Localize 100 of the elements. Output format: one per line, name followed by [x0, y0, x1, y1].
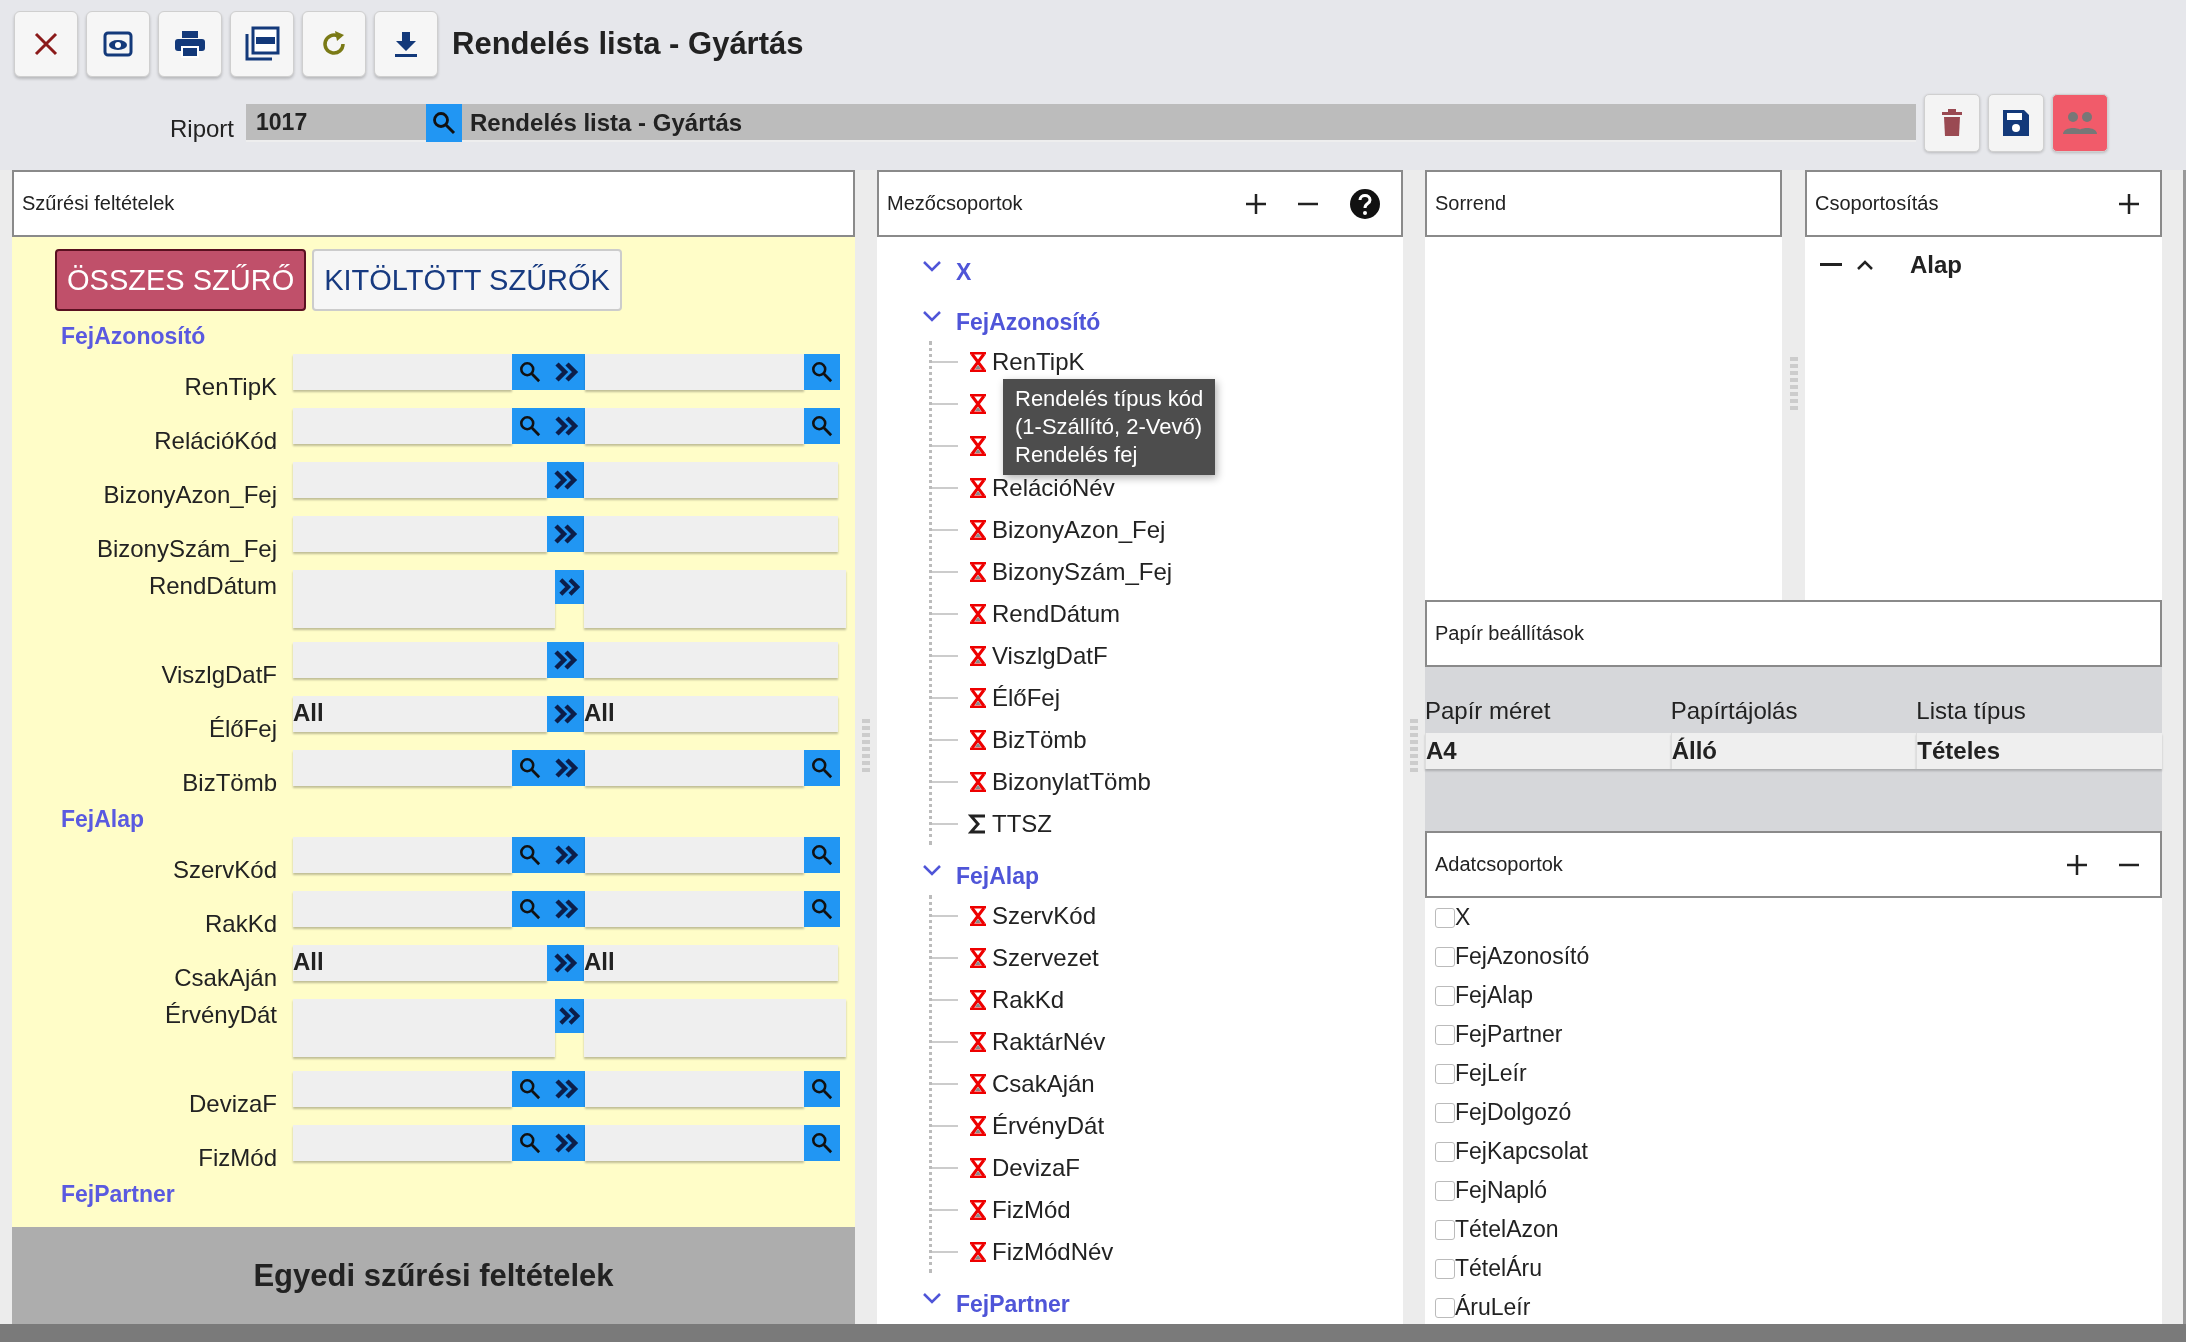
checkbox-label[interactable]: FejKapcsolat	[1455, 1138, 1588, 1165]
download-button[interactable]	[374, 11, 438, 77]
from-date-field[interactable]	[293, 570, 555, 628]
field-item[interactable]: CsakAján	[992, 1070, 1095, 1098]
report-code-field[interactable]: 1017	[246, 104, 427, 142]
field-item[interactable]: FizMód	[992, 1196, 1071, 1224]
field-item[interactable]: Szervezet	[992, 944, 1099, 972]
field-item[interactable]: RendDátum	[992, 600, 1121, 628]
field-item[interactable]: RakKd	[992, 986, 1065, 1014]
checkbox[interactable]	[1435, 1258, 1455, 1279]
to-field[interactable]: All	[584, 696, 838, 732]
search-button[interactable]	[804, 750, 840, 786]
search-button[interactable]	[512, 1071, 548, 1107]
to-field[interactable]: All	[584, 945, 838, 981]
search-button[interactable]	[512, 354, 548, 390]
from-field[interactable]: All	[293, 945, 547, 981]
filter-tab[interactable]: KITÖLTÖTT SZŰRŐK	[312, 249, 622, 311]
search-button[interactable]	[804, 1071, 840, 1107]
checkbox[interactable]	[1435, 1219, 1455, 1240]
resize-handle[interactable]	[1789, 357, 1798, 413]
checkbox-label[interactable]: FejLeír	[1455, 1060, 1527, 1087]
from-date-field[interactable]	[293, 999, 555, 1057]
search-button[interactable]	[512, 1125, 548, 1161]
to-date-field[interactable]	[584, 570, 846, 628]
field-item[interactable]: BizTömb	[992, 726, 1087, 754]
search-button[interactable]	[512, 837, 548, 873]
preview-button[interactable]	[86, 11, 150, 77]
field-item[interactable]: RenTipK	[992, 348, 1085, 376]
plus-icon[interactable]	[2066, 853, 2088, 876]
search-button[interactable]	[804, 408, 840, 444]
to-date-field[interactable]	[584, 999, 846, 1057]
field-item[interactable]: ViszlgDatF	[992, 642, 1108, 670]
from-field[interactable]	[293, 837, 512, 873]
checkbox-label[interactable]: X	[1455, 904, 1471, 931]
copy-button[interactable]	[548, 837, 585, 873]
field-item[interactable]: BizonySzám_Fej	[992, 558, 1173, 586]
field-item[interactable]: RelációNév	[992, 474, 1115, 502]
report-name-field[interactable]: Rendelés lista - Gyártás	[462, 104, 1916, 142]
field-item[interactable]: ÉrvényDát	[992, 1112, 1105, 1140]
checkbox[interactable]	[1435, 1024, 1455, 1045]
print-button[interactable]	[158, 11, 222, 77]
close-button[interactable]	[14, 11, 78, 77]
field-item[interactable]: RaktárNév	[992, 1028, 1106, 1056]
to-field[interactable]	[585, 1125, 804, 1161]
search-button[interactable]	[512, 408, 548, 444]
checkbox[interactable]	[1435, 907, 1455, 928]
checkbox-label[interactable]: TételAzon	[1455, 1216, 1559, 1243]
field-item[interactable]: TTSZ	[992, 810, 1052, 838]
copy-button[interactable]	[555, 999, 584, 1033]
group-title[interactable]: FejAlap	[956, 862, 1040, 890]
chevron-icon[interactable]	[922, 259, 942, 273]
from-field[interactable]	[293, 891, 512, 927]
to-field[interactable]	[584, 516, 838, 552]
field-item[interactable]: ÉlőFej	[992, 684, 1061, 712]
checkbox-label[interactable]: ÁruLeír	[1455, 1294, 1531, 1321]
filter-tab[interactable]: ÖSSZES SZŰRŐ	[55, 249, 307, 311]
to-field[interactable]	[585, 354, 804, 390]
from-field[interactable]: All	[293, 696, 547, 732]
field-item[interactable]: BizonylatTömb	[992, 768, 1151, 796]
from-field[interactable]	[293, 750, 512, 786]
group-title[interactable]: FejAzonosító	[956, 308, 1101, 336]
checkbox[interactable]	[1435, 1063, 1455, 1084]
to-field[interactable]	[585, 837, 804, 873]
copy-button[interactable]	[547, 642, 584, 678]
from-field[interactable]	[293, 354, 512, 390]
checkbox[interactable]	[1435, 985, 1455, 1006]
field-item[interactable]: DevizaF	[992, 1154, 1081, 1182]
from-field[interactable]	[293, 516, 547, 552]
field-item[interactable]: FizMódNév	[992, 1238, 1114, 1266]
pdf-button[interactable]	[230, 11, 294, 77]
search-button[interactable]	[804, 891, 840, 927]
users-button[interactable]	[2052, 94, 2108, 152]
to-field[interactable]	[585, 891, 804, 927]
checkbox-label[interactable]: FejNapló	[1455, 1177, 1548, 1204]
to-field[interactable]	[585, 1071, 804, 1107]
from-field[interactable]	[293, 408, 512, 444]
copy-button[interactable]	[548, 891, 585, 927]
refresh-button[interactable]	[302, 11, 366, 77]
checkbox-label[interactable]: FejAzonosító	[1455, 943, 1590, 970]
to-field[interactable]	[584, 642, 838, 678]
copy-button[interactable]	[547, 696, 584, 732]
copy-button[interactable]	[548, 1125, 585, 1161]
dropdown-field[interactable]: A4	[1425, 733, 1671, 769]
resize-handle[interactable]	[862, 719, 870, 775]
search-button[interactable]	[512, 750, 548, 786]
help-icon[interactable]	[1349, 187, 1381, 220]
plus-icon[interactable]	[2118, 192, 2140, 215]
group-title[interactable]: X	[956, 258, 972, 286]
checkbox[interactable]	[1435, 1102, 1455, 1123]
copy-button[interactable]	[548, 750, 585, 786]
dropdown-field[interactable]: Álló	[1670, 733, 1917, 769]
plus-icon[interactable]	[1245, 192, 1267, 215]
chevron-icon[interactable]	[922, 863, 942, 877]
copy-button[interactable]	[548, 354, 585, 390]
checkbox-label[interactable]: FejDolgozó	[1455, 1099, 1572, 1126]
copy-button[interactable]	[547, 462, 584, 498]
from-field[interactable]	[293, 1125, 512, 1161]
search-button[interactable]	[804, 354, 840, 390]
copy-button[interactable]	[555, 570, 584, 604]
from-field[interactable]	[293, 462, 547, 498]
